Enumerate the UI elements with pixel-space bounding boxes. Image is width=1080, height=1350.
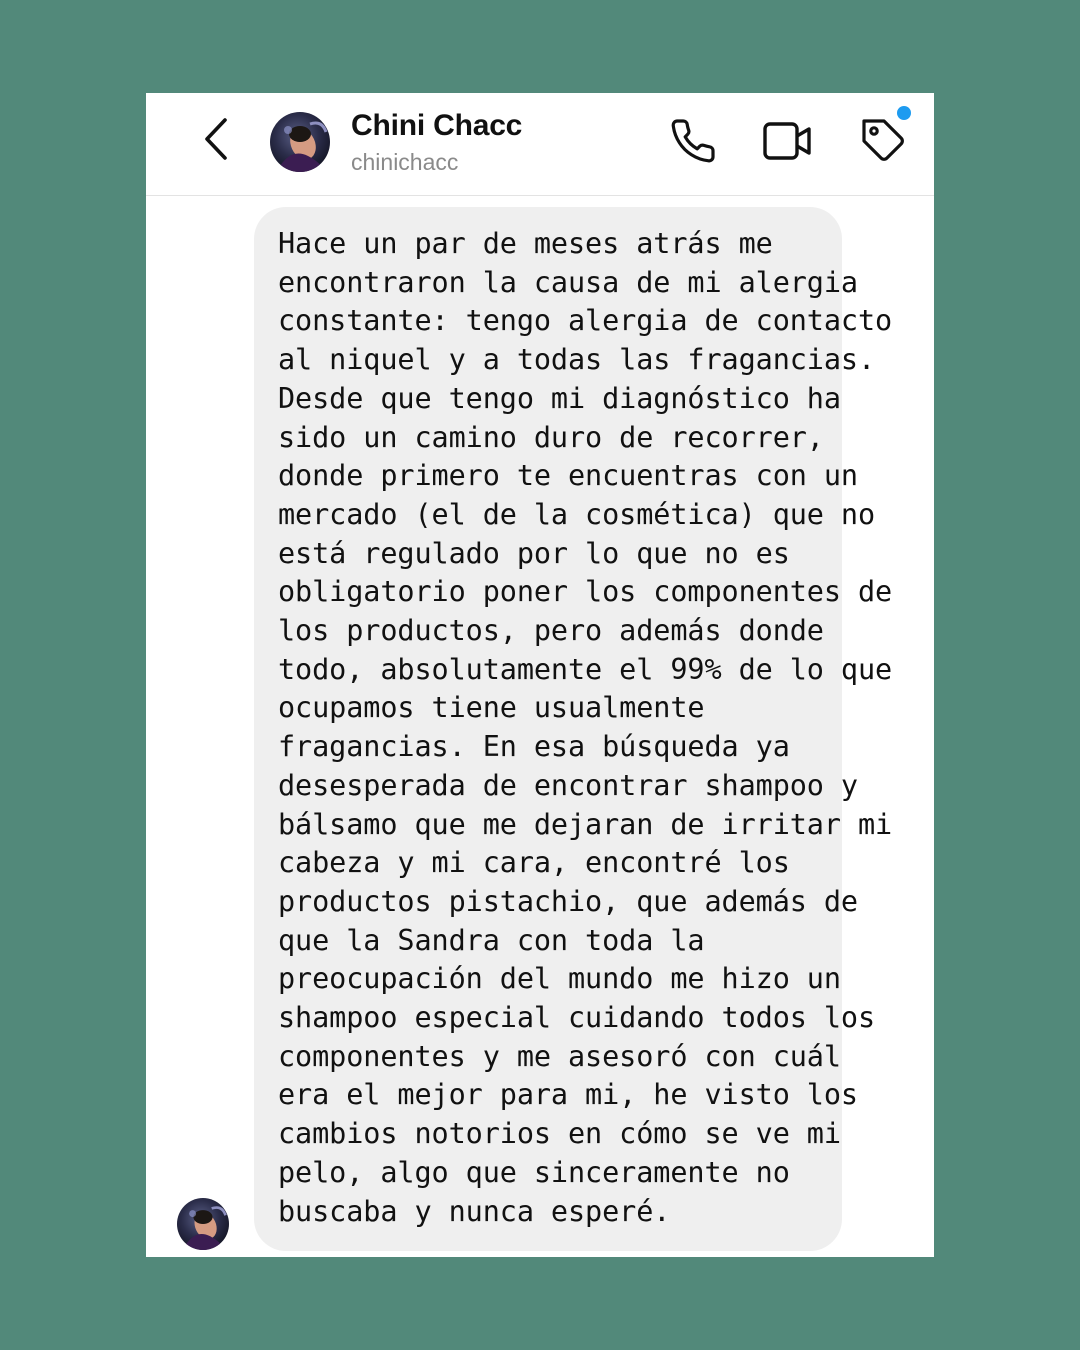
notification-dot (897, 106, 911, 120)
video-camera-icon (762, 119, 814, 168)
call-button[interactable] (667, 117, 719, 169)
phone-icon (669, 117, 717, 170)
chat-screen: Chini Chacc chinichacc Hace un par de me… (146, 93, 934, 1257)
message-bubble[interactable]: Hace un par de meses atrás me encontraro… (254, 207, 893, 1251)
tag-button[interactable] (858, 117, 910, 169)
contact-handle: chinichacc (351, 149, 459, 175)
chat-header: Chini Chacc chinichacc (146, 93, 934, 196)
message-text: Hace un par de meses atrás me encontraro… (278, 227, 893, 1228)
back-chevron-icon (201, 116, 231, 167)
video-call-button[interactable] (762, 117, 814, 169)
contact-avatar[interactable] (270, 112, 330, 172)
back-button[interactable] (192, 113, 240, 169)
sender-avatar[interactable] (177, 1198, 229, 1250)
contact-name[interactable]: Chini Chacc (351, 109, 522, 143)
tag-icon (860, 117, 908, 170)
